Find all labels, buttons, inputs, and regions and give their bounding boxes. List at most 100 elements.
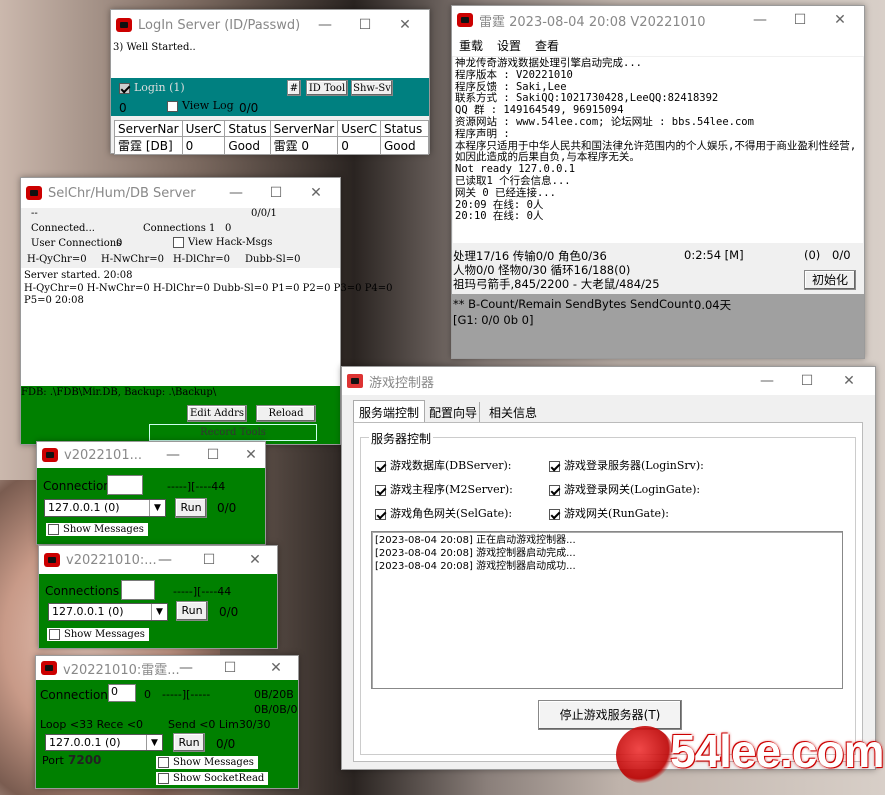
title-bar[interactable]: v2022101... — ☐ ✕ [37,442,265,468]
close-icon[interactable]: ✕ [385,10,425,40]
window-title: SelChr/Hum/DB Server [48,185,196,201]
tab-config-wizard[interactable]: 配置向导 [427,402,481,423]
port-value: 7200 [68,753,102,767]
tab-info[interactable]: 相关信息 [487,402,539,423]
fdb-path: FDB: .\FDB\Mir.DB, Backup: .\Backup\ [21,387,217,398]
ratio-value: 0/0 [217,501,237,515]
maximize-icon[interactable]: ☐ [787,367,827,395]
group-line: [G1: 0/0 0b 0] [453,313,534,327]
minimize-icon[interactable]: — [747,367,787,395]
app-icon [347,374,363,388]
close-icon[interactable]: ✕ [829,367,869,395]
title-bar[interactable]: 雷霆 2023-08-04 20:08 V20221010 — ☐ ✕ [452,6,864,34]
maximize-icon[interactable]: ☐ [256,178,296,208]
send-panel: ** B-Count/Remain SendBytes SendCount 0.… [452,294,864,358]
chevron-down-icon: ▼ [151,604,167,620]
menu-bar: 重载 设置 查看 [452,34,864,56]
show-messages-checkbox[interactable]: Show Messages [46,523,148,536]
id-tool-button[interactable]: ID Tool [306,80,348,96]
user-connections-value: 0 [116,238,123,249]
maximize-icon[interactable]: ☐ [345,10,385,40]
run-button[interactable]: Run [175,498,207,518]
address-select[interactable]: 127.0.0.1 (0) ▼ [45,734,163,751]
close-icon[interactable]: ✕ [231,442,271,468]
column-header[interactable]: ServerNar [114,120,183,137]
count-value: 0 [119,101,127,115]
minimize-icon[interactable]: — [153,442,193,468]
app-icon [44,553,60,567]
title-bar[interactable]: 游戏控制器 — ☐ ✕ [342,367,875,395]
close-icon[interactable]: ✕ [820,6,860,34]
column-header[interactable]: UserC [181,120,226,137]
log-line: [2023-08-04 20:08] 游戏控制器启动完成... [375,548,576,559]
logingate-checkbox[interactable]: 游戏登录网关(LoginGate): [549,481,700,497]
hash-button[interactable]: # [287,80,301,96]
bytes-2: 0B/0B/0 [254,703,298,716]
tab-server-control[interactable]: 服务端控制 [353,400,426,423]
show-socketread-checkbox[interactable]: Show SocketRead [156,772,269,785]
login-checkbox[interactable]: Login (1) [119,81,185,94]
edit-addrs-button[interactable]: Edit Addrs [187,405,247,422]
selchr-window: SelChr/Hum/DB Server — ☐ ✕ -- 0/0/1 Conn… [20,177,393,445]
dbserver-checkbox[interactable]: 游戏数据库(DBServer): [375,457,511,473]
controller-log[interactable]: [2023-08-04 20:08] 正在启动游戏控制器... [2023-08… [371,531,843,689]
close-icon[interactable]: ✕ [256,656,296,680]
dragon-logo-icon [616,726,674,784]
window-title: LogIn Server (ID/Passwd) [138,17,301,33]
minimize-icon[interactable]: — [216,178,256,208]
menu-reload[interactable]: 重载 [459,37,483,54]
column-header[interactable]: UserC [337,120,381,137]
column-header[interactable]: Status [224,120,271,137]
run-button[interactable]: Run [173,733,205,752]
connection-field[interactable]: 0 [108,684,136,702]
loginsrv-checkbox[interactable]: 游戏登录服务器(LoginSrv): [549,457,704,473]
maximize-icon[interactable]: ☐ [210,656,250,680]
menu-settings[interactable]: 设置 [497,37,521,54]
address-select[interactable]: 127.0.0.1 (0) ▼ [44,499,166,517]
log-line: [2023-08-04 20:08] 正在启动游戏控制器... [375,535,576,546]
table-cell: 0 [337,136,381,155]
selgate-checkbox[interactable]: 游戏角色网关(SelGate): [375,505,512,521]
run-button[interactable]: Run [176,601,208,621]
login-server-window: LogIn Server (ID/Passwd) — ☐ ✕ 3) Well S… [110,9,430,155]
minimize-icon[interactable]: — [166,656,206,680]
title-bar[interactable]: SelChr/Hum/DB Server — ☐ ✕ [21,178,340,208]
close-icon[interactable]: ✕ [296,178,336,208]
minimize-icon[interactable]: — [305,10,345,40]
connection-field[interactable] [107,475,143,495]
show-messages-checkbox[interactable]: Show Messages [47,628,149,641]
menu-view[interactable]: 查看 [535,37,559,54]
address-select[interactable]: 127.0.0.1 (0) ▼ [48,603,168,621]
title-bar[interactable]: v20221010:雷霆... — ☐ ✕ [36,656,298,680]
send-line: ** B-Count/Remain SendBytes SendCount [453,297,694,311]
table-row[interactable]: 雷霆 [DB] 0 Good 雷霆 0 0 Good [114,136,430,155]
app-icon [41,661,57,675]
title-bar[interactable]: LogIn Server (ID/Passwd) — ☐ ✕ [111,10,429,40]
server-control-group: 服务器控制 游戏数据库(DBServer): 游戏登录服务器(LoginSrv)… [360,430,856,755]
gate-window-1: v2022101... — ☐ ✕ Connection -----][----… [36,441,266,545]
window-title: 游戏控制器 [369,375,435,391]
watermark: 54lee.com [612,722,884,788]
minimize-icon[interactable]: — [145,546,185,574]
show-server-button[interactable]: Shw-Sv [351,80,393,96]
view-log-checkbox[interactable]: View Log [167,99,234,112]
show-messages-checkbox[interactable]: Show Messages [156,756,258,769]
column-header[interactable]: Status [379,120,430,137]
maximize-icon[interactable]: ☐ [193,442,233,468]
log-line: 网关 0 已经连接... [455,186,556,199]
dubb-sl: Dubb-Sl=0 [245,254,301,265]
title-bar[interactable]: v20221010:... — ☐ ✕ [39,546,277,574]
record-tools-button[interactable]: Record Tools [149,424,317,441]
maximize-icon[interactable]: ☐ [780,6,820,34]
minimize-icon[interactable]: — [740,6,780,34]
close-icon[interactable]: ✕ [235,546,275,574]
reload-addr-button[interactable]: Reload Addr [256,405,316,435]
column-header[interactable]: ServerNar [269,120,339,137]
view-hack-checkbox[interactable]: View Hack-Msgs [173,237,272,248]
m2server-checkbox[interactable]: 游戏主程序(M2Server): [375,481,513,497]
rungate-checkbox[interactable]: 游戏网关(RunGate): [549,505,669,521]
maximize-icon[interactable]: ☐ [189,546,229,574]
connection-field[interactable] [121,580,155,600]
log-memo: 3) Well Started.. [111,40,429,78]
init-button[interactable]: 初始化 [804,270,856,290]
